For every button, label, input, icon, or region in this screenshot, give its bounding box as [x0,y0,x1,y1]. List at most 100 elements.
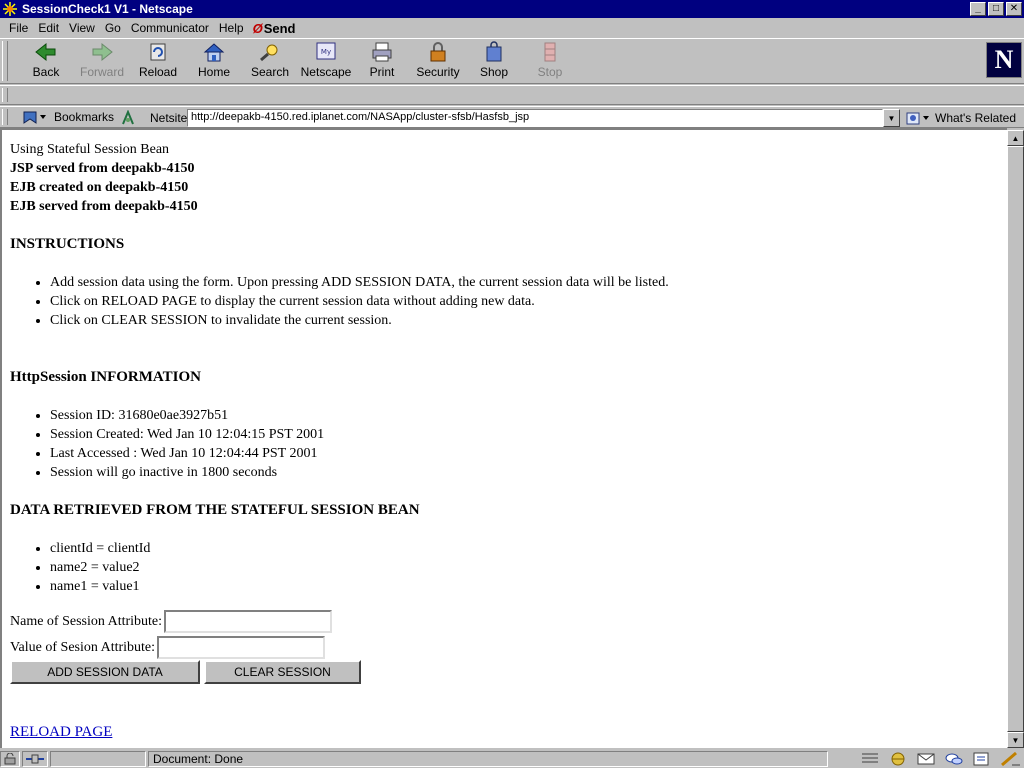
last-accessed-item: Last Accessed : Wed Jan 10 12:04:44 PST … [50,444,1007,463]
stop-button[interactable]: Stop [522,41,578,81]
personal-toolbar-grip[interactable] [2,88,8,102]
netscape-app-icon[interactable] [2,1,18,17]
navigator-icon[interactable] [886,751,910,767]
home-icon [203,43,225,62]
bookmarks-button[interactable]: Bookmarks [22,109,114,125]
clear-session-button[interactable]: CLEAR SESSION [204,660,361,684]
composer-icon[interactable] [970,751,994,767]
attribute-name-label: Name of Session Attribute: [10,613,163,629]
session-data-item: name2 = value2 [50,558,1007,577]
forward-button[interactable]: Forward [74,41,130,81]
scroll-thumb[interactable] [1007,146,1024,732]
status-bar: Document: Done [0,750,1024,768]
menu-edit[interactable]: Edit [33,21,64,35]
back-button[interactable]: Back [18,41,74,81]
send-label: Send [263,20,296,36]
my-netscape-icon: My [316,42,336,60]
reload-label: Reload [138,65,178,79]
reload-page-link[interactable]: RELOAD PAGE [10,723,112,742]
shop-label: Shop [479,65,509,79]
security-status[interactable] [0,751,20,767]
chevron-down-icon: ▼ [1011,735,1020,745]
search-button[interactable]: Search [242,41,298,81]
bookmarks-icon [23,111,46,124]
discussions-icon[interactable] [942,751,966,767]
add-session-data-button[interactable]: ADD SESSION DATA [10,660,200,684]
component-bar-grip-icon[interactable] [858,751,882,767]
print-button[interactable]: Print [354,41,410,81]
netscape-label: Netscape [300,65,352,79]
page-proxy-icon[interactable] [120,110,136,126]
menu-view[interactable]: View [64,21,100,35]
instruction-item: Click on RELOAD PAGE to display the curr… [50,292,1007,311]
title-bar: SessionCheck1 V1 - Netscape _ □ ✕ [0,0,1024,18]
bookmarks-label: Bookmarks [54,110,115,124]
navigation-toolbar: Back Forward Reload Home Search My Netsc… [0,38,1024,84]
chevron-up-icon: ▲ [1011,133,1020,143]
minimize-button[interactable]: _ [970,2,986,16]
lock-icon [4,753,16,765]
home-button[interactable]: Home [186,41,242,81]
reload-icon [150,43,166,61]
form-buttons: ADD SESSION DATA CLEAR SESSION [10,660,1007,684]
personal-toolbar [0,85,1024,105]
attribute-value-input[interactable] [157,635,326,659]
menu-help[interactable]: Help [214,21,249,35]
attribute-name-input[interactable] [164,609,333,633]
window-controls: _ □ ✕ [968,2,1022,16]
menu-file[interactable]: File [4,21,33,35]
session-info-list: Session ID: 31680e0ae3927b51 Session Cre… [50,406,1007,482]
menu-bar: File Edit View Go Communicator Help Ø Se… [0,18,1024,38]
session-info-heading: HttpSession INFORMATION [10,369,201,385]
back-arrow-icon [35,42,56,62]
maximize-button[interactable]: □ [988,2,1004,16]
attribute-value-label: Value of Sesion Attribute: [10,639,156,655]
ejb-served-line: EJB served from deepakb-4150 [10,199,198,214]
security-button[interactable]: Security [410,41,466,81]
edit-pencil-icon[interactable] [998,751,1022,767]
shop-button[interactable]: Shop [466,41,522,81]
session-created-item: Session Created: Wed Jan 10 12:04:15 PST… [50,425,1007,444]
reload-button[interactable]: Reload [130,41,186,81]
send-menu[interactable]: Ø Send [249,21,296,36]
url-field[interactable]: http://deepakb-4150.red.iplanet.com/NASA… [187,109,883,127]
session-id-item: Session ID: 31680e0ae3927b51 [50,406,1007,425]
attribute-name-row: Name of Session Attribute: [10,608,1007,634]
scroll-down-button[interactable]: ▼ [1007,732,1024,748]
send-icon: Ø [252,20,263,36]
security-label: Security [416,65,460,79]
jsp-served-line: JSP served from deepakb-4150 [10,161,195,176]
forward-arrow-icon [92,42,113,62]
vertical-scrollbar[interactable]: ▲ ▼ [1007,130,1024,748]
page-content: Using Stateful Session Bean JSP served f… [0,128,1007,748]
close-button[interactable]: ✕ [1006,2,1022,16]
search-icon [260,44,278,62]
mail-icon[interactable] [914,751,938,767]
padlock-icon [430,42,446,62]
netscape-logo[interactable]: N [986,42,1022,78]
scroll-up-button[interactable]: ▲ [1007,130,1024,146]
netsite-label: Netsite: [150,111,191,125]
attribute-value-row: Value of Sesion Attribute: [10,634,1007,660]
netscape-button[interactable]: My Netscape [298,41,354,81]
toolbar-grip[interactable] [2,41,8,81]
status-text: Document: Done [148,751,828,767]
printer-icon [372,42,392,62]
whats-related-button[interactable]: What's Related [905,110,1016,126]
location-toolbar-grip[interactable] [2,109,8,125]
menu-communicator[interactable]: Communicator [126,21,214,35]
session-data-item: clientId = clientId [50,539,1007,558]
connection-status[interactable] [22,751,48,767]
forward-label: Forward [79,65,124,79]
svg-text:My: My [321,48,331,56]
instructions-heading: INSTRUCTIONS [10,236,125,252]
ejb-created-line: EJB created on deepakb-4150 [10,180,189,195]
session-data-list: clientId = clientId name2 = value2 name1… [50,539,1007,596]
url-dropdown-button[interactable]: ▼ [883,109,900,127]
instruction-item: Add session data using the form. Upon pr… [50,273,1007,292]
home-label: Home [197,65,230,79]
intro-line: Using Stateful Session Bean [10,142,170,157]
search-label: Search [250,65,290,79]
shopping-bag-icon [486,41,502,62]
menu-go[interactable]: Go [100,21,126,35]
